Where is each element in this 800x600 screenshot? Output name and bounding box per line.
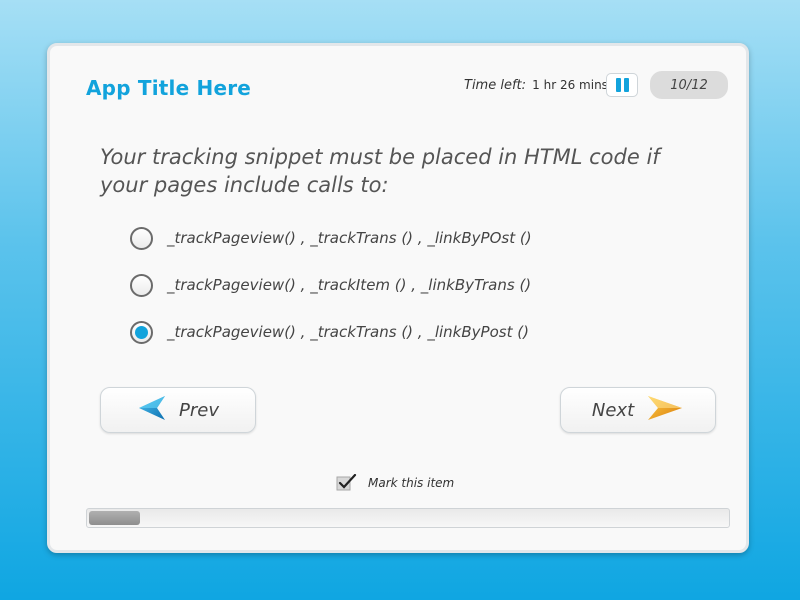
arrow-left-icon [137,395,167,426]
next-button[interactable]: Next [560,387,716,433]
answer-option-label: _trackPageview() , _trackItem () , _link… [167,276,532,294]
progress-bar [86,508,730,528]
question-counter: 10/12 [650,71,728,99]
answer-option-2[interactable]: _trackPageview() , _trackItem () , _link… [130,271,531,299]
time-left-value: 1 hr 26 mins [532,78,608,92]
radio-button[interactable] [130,273,153,297]
question-text: Your tracking snippet must be placed in … [100,145,660,197]
answer-option-3[interactable]: _trackPageview() , _trackTrans () , _lin… [130,318,529,346]
time-left-label: Time left: [464,78,527,93]
mark-item[interactable]: Mark this item [336,473,455,492]
app-title: App Title Here [86,76,252,100]
prev-label: Prev [179,399,219,421]
time-left: Time left: 1 hr 26 mins [464,78,608,93]
pause-icon [615,78,629,92]
radio-button-selected[interactable] [130,320,153,344]
mark-label: Mark this item [368,476,455,490]
answer-option-label: _trackPageview() , _trackTrans () , _lin… [167,323,529,341]
radio-button[interactable] [130,226,153,250]
prev-button[interactable]: Prev [100,387,256,433]
progress-fill [89,511,140,525]
pause-button[interactable] [606,73,638,97]
next-label: Next [591,399,635,421]
mark-checkbox[interactable] [336,473,357,492]
answer-option-1[interactable]: _trackPageview() , _trackTrans () , _lin… [130,224,532,252]
arrow-right-icon [646,394,684,427]
quiz-card: App Title Here Time left: 1 hr 26 mins 1… [47,43,749,553]
answer-option-label: _trackPageview() , _trackTrans () , _lin… [167,229,532,247]
checkmark-icon [336,473,357,491]
